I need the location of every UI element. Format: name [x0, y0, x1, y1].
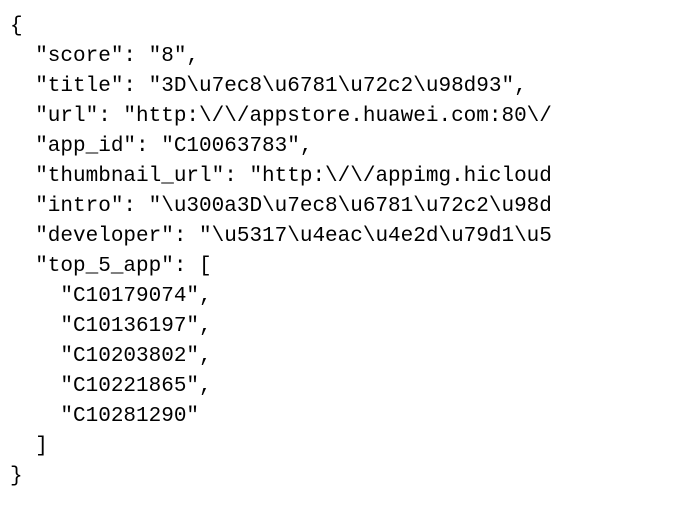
json-close-brace: } [10, 465, 23, 488]
json-developer-line: "developer": "\u5317\u4eac\u4e2d\u79d1\u… [10, 225, 552, 248]
json-array-item: "C10136197", [10, 315, 212, 338]
json-intro-line: "intro": "\u300a3D\u7ec8\u6781\u72c2\u98… [10, 195, 552, 218]
json-text: { "score": "8", "title": "3D\u7ec8\u6781… [10, 12, 552, 492]
json-top-5-app-line: "top_5_app": [ [10, 255, 212, 278]
json-viewer: { "score": "8", "title": "3D\u7ec8\u6781… [0, 0, 678, 524]
json-array-close: ] [10, 435, 48, 458]
json-array-item: "C10281290" [10, 405, 200, 428]
json-title-line: "title": "3D\u7ec8\u6781\u72c2\u98d93", [10, 75, 527, 98]
json-thumbnail-url-line: "thumbnail_url": "http:\/\/appimg.hiclou… [10, 165, 552, 188]
json-app-id-line: "app_id": "C10063783", [10, 135, 313, 158]
json-array-item: "C10203802", [10, 345, 212, 368]
json-score-line: "score": "8", [10, 45, 200, 68]
json-open-brace: { [10, 15, 23, 38]
json-array-item: "C10179074", [10, 285, 212, 308]
json-array-item: "C10221865", [10, 375, 212, 398]
json-url-line: "url": "http:\/\/appstore.huawei.com:80\… [10, 105, 552, 128]
